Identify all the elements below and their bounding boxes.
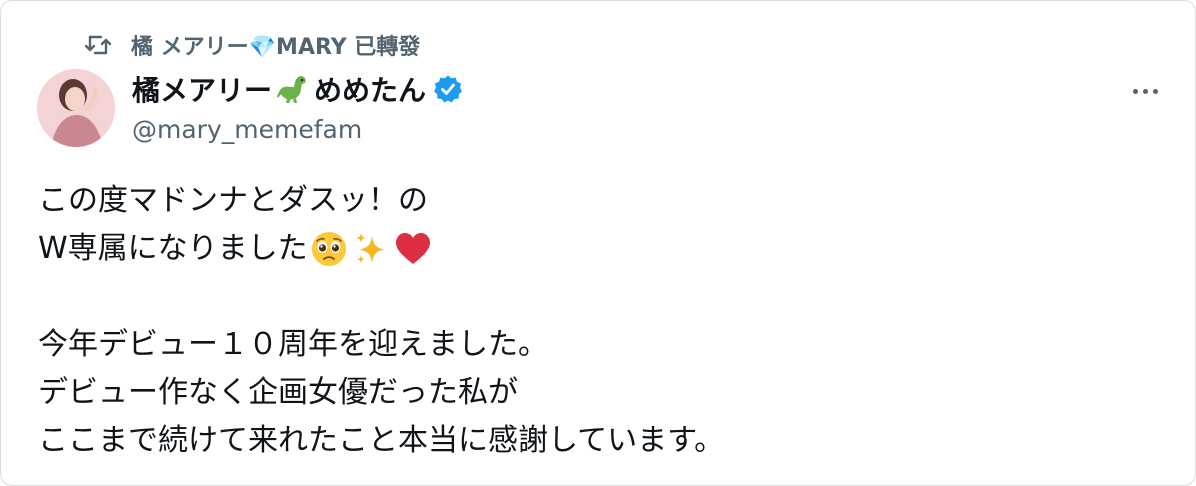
retweet-context[interactable]: 橘 メアリー💎MARY 已轉發 (83, 30, 420, 60)
verified-badge-icon[interactable] (432, 73, 464, 105)
tweet-header: 橘メアリー めめたん @mary_memefam (132, 69, 464, 144)
tweet-line: この度マドンナとダスッ！の (38, 183, 428, 218)
pleading-face-emoji (309, 229, 349, 269)
retweet-label[interactable]: 橘 メアリー💎MARY 已轉發 (131, 29, 420, 61)
dinosaur-emoji (274, 71, 312, 107)
tweet-line: 今年デビュー１０周年を迎えました。 (38, 327, 548, 362)
tweet-line: デビュー作なく企画女優だった私が (38, 375, 518, 410)
author-name-suffix[interactable]: めめたん (314, 69, 426, 109)
red-heart-emoji (393, 229, 433, 269)
tweet-line: ここまで続けて来れたこと本当に感謝しています。 (38, 423, 725, 458)
author-name[interactable]: 橘メアリー めめたん (132, 69, 464, 109)
more-options-button[interactable] (1125, 81, 1165, 101)
tweet-text: この度マドンナとダスッ！の W専属になりました 今年デビュー１０周年を迎えました… (38, 177, 1158, 465)
tweet-card[interactable]: 橘 メアリー💎MARY 已轉發 橘メアリー めめたん @mary_memefam… (0, 0, 1196, 486)
retweet-icon (83, 32, 113, 58)
avatar[interactable] (37, 69, 115, 147)
more-dot-icon (1152, 88, 1158, 94)
author-name-text[interactable]: 橘メアリー (132, 69, 272, 109)
more-dot-icon (1142, 88, 1148, 94)
sparkles-emoji (351, 229, 391, 269)
more-dot-icon (1132, 88, 1138, 94)
author-handle[interactable]: @mary_memefam (132, 115, 464, 144)
tweet-line-text: W専属になりました (38, 231, 308, 266)
tweet-line: W専属になりました (38, 225, 1158, 273)
